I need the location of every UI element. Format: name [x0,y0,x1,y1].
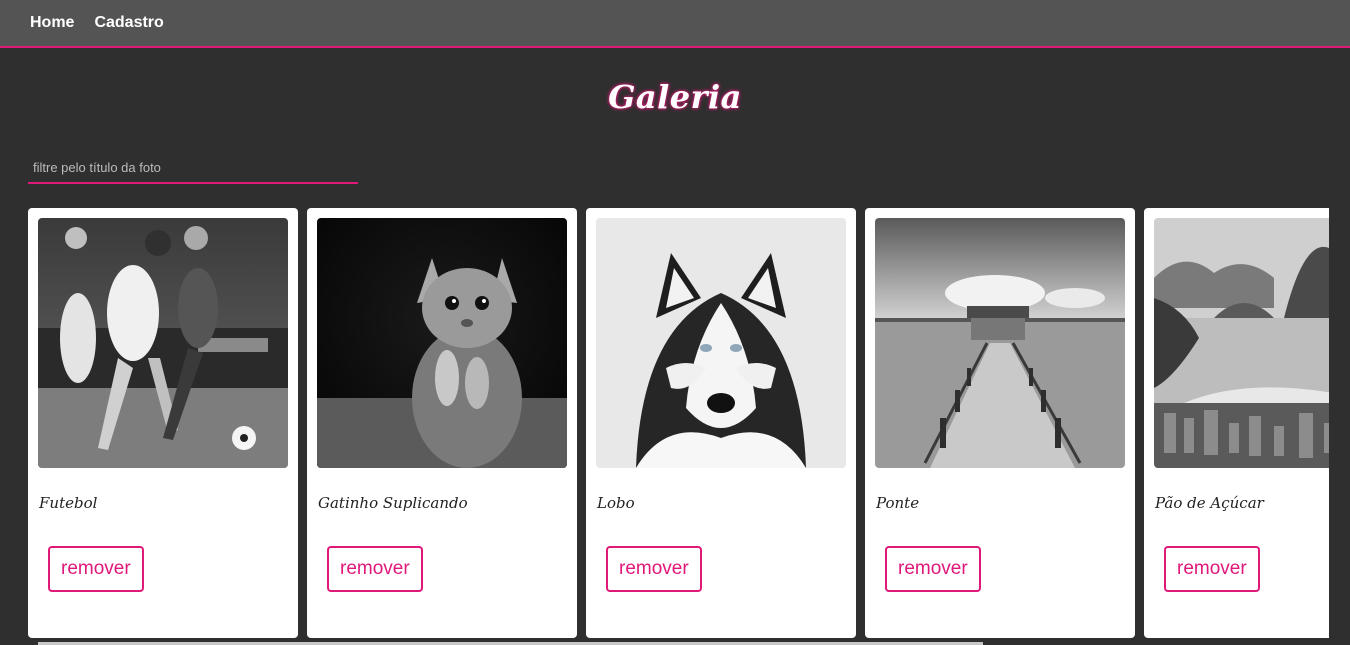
nav-link-home[interactable]: Home [30,14,74,32]
page-title: Galeria [608,78,742,116]
photo-title: Pão de Açúcar [1155,494,1264,512]
photo-card: Ponte remover [865,208,1135,638]
husky-wolf-photo [596,218,846,468]
filter-input[interactable] [28,152,358,184]
photo-card: Gatinho Suplicando remover [307,208,577,638]
photo-card: Pão de Açúcar remover [1144,208,1329,638]
photo-card: Lobo remover [586,208,856,638]
pier-bridge-photo [875,218,1125,468]
sugarloaf-mountain-photo [1154,218,1329,468]
remove-button[interactable]: remover [327,546,423,592]
photo-gallery: Futebol remover Gatinho Suplicando remov… [28,208,1329,645]
nav-link-cadastro[interactable]: Cadastro [94,14,163,32]
navbar: Home Cadastro [0,0,1350,48]
photo-title: Lobo [597,494,635,512]
photo-title: Futebol [39,494,98,512]
photo-list: Futebol remover Gatinho Suplicando remov… [28,208,1329,638]
remove-button[interactable]: remover [885,546,981,592]
remove-button[interactable]: remover [606,546,702,592]
photo-card: Futebol remover [28,208,298,638]
photo-title: Gatinho Suplicando [318,494,468,512]
remove-button[interactable]: remover [48,546,144,592]
photo-title: Ponte [876,494,920,512]
soccer-players-photo [38,218,288,468]
remove-button[interactable]: remover [1164,546,1260,592]
kitten-begging-photo [317,218,567,468]
